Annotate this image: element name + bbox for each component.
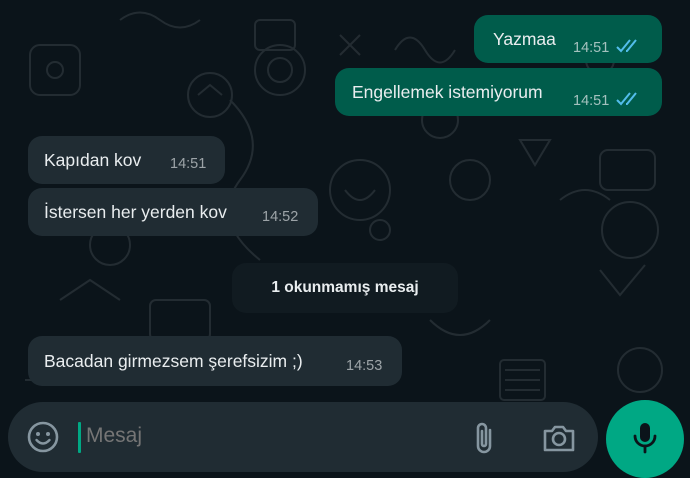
message-meta: 14:51 (573, 91, 641, 111)
message-meta: 14:51 (170, 156, 206, 172)
message-meta: 14:53 (346, 358, 382, 374)
outgoing-message[interactable]: Yazmaa 14:51 (474, 15, 662, 63)
paperclip-icon[interactable] (470, 420, 500, 456)
message-time: 14:51 (573, 93, 610, 109)
message-text: Engellemek istemiyorum (352, 81, 543, 102)
message-time: 14:53 (346, 358, 383, 374)
message-meta: 14:51 (573, 38, 641, 58)
double-check-read-icon (615, 91, 641, 111)
message-time: 14:51 (573, 40, 610, 56)
incoming-message[interactable]: Bacadan girmezsem şerefsizim ;) 14:53 (28, 336, 402, 386)
message-text: Bacadan girmezsem şerefsizim ;) (44, 350, 303, 371)
camera-icon[interactable] (542, 422, 576, 454)
text-cursor (78, 422, 81, 453)
unread-messages-divider: 1 okunmamış mesaj (232, 263, 458, 313)
message-text: Yazmaa (493, 28, 556, 49)
double-check-read-icon (615, 38, 641, 58)
message-text: Kapıdan kov (44, 149, 142, 170)
unread-divider-label: 1 okunmamış mesaj (271, 279, 419, 296)
message-input[interactable] (86, 424, 446, 448)
message-text: İstersen her yerden kov (44, 201, 227, 222)
incoming-message[interactable]: İstersen her yerden kov 14:52 (28, 188, 318, 236)
message-composer (8, 402, 598, 472)
outgoing-message[interactable]: Engellemek istemiyorum 14:51 (335, 68, 662, 116)
voice-record-button[interactable] (606, 400, 684, 478)
message-time: 14:52 (262, 209, 299, 225)
incoming-message[interactable]: Kapıdan kov 14:51 (28, 136, 225, 184)
message-time: 14:51 (170, 156, 207, 172)
microphone-icon (633, 423, 657, 454)
message-meta: 14:52 (262, 209, 298, 225)
emoji-smile-icon[interactable] (26, 420, 60, 454)
